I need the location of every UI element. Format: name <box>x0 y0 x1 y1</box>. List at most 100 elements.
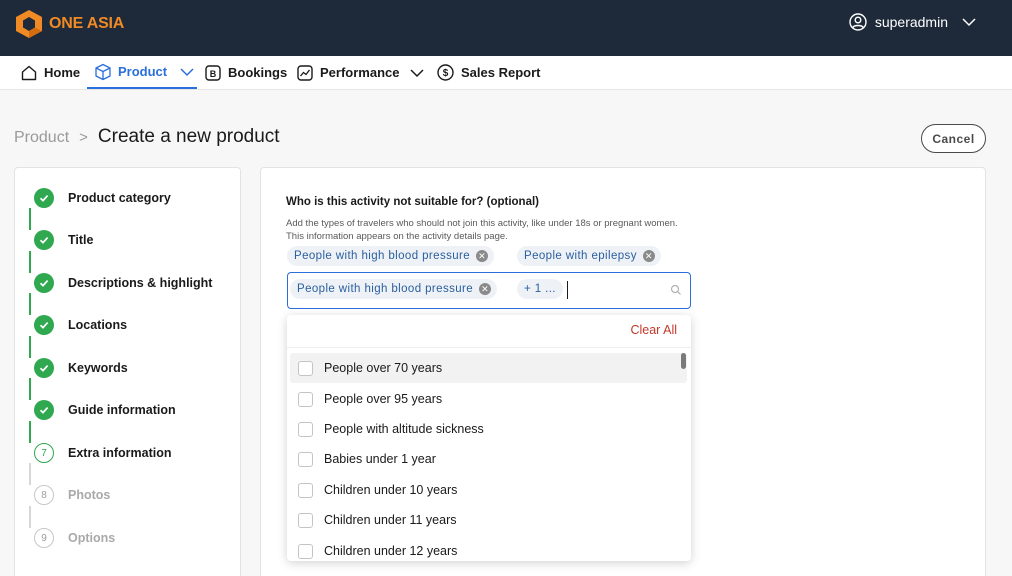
box-icon <box>95 63 111 80</box>
svg-text:B: B <box>210 69 217 79</box>
checkbox[interactable] <box>298 451 313 467</box>
nav-performance-label: Performance <box>320 65 400 80</box>
step-connector <box>29 421 31 443</box>
search-icon <box>670 284 681 295</box>
checkbox[interactable] <box>298 543 313 559</box>
nav-home[interactable]: Home <box>20 56 80 89</box>
step-label: Title <box>68 233 94 247</box>
check-icon <box>34 315 54 335</box>
question-help-line: This information appears on the activity… <box>286 231 508 242</box>
option-label: People with altitude sickness <box>324 422 484 436</box>
dropdown-divider <box>287 347 691 348</box>
breadcrumb-separator: > <box>79 129 88 146</box>
clear-all-button[interactable]: Clear All <box>630 323 677 337</box>
breadcrumb-parent[interactable]: Product <box>14 129 69 147</box>
breadcrumb: Product > Create a new product <box>14 126 280 148</box>
close-icon[interactable]: ✕ <box>642 250 655 262</box>
step-connector <box>29 463 31 485</box>
step-product-category[interactable]: Product category <box>34 188 171 208</box>
option-label: Children under 11 years <box>324 513 457 527</box>
dropdown-option[interactable]: People over 70 years <box>290 353 687 383</box>
question-help: Add the types of travelers who should no… <box>286 217 706 243</box>
check-icon <box>34 358 54 378</box>
step-number: 7 <box>34 443 54 463</box>
nav-performance[interactable]: Performance <box>296 56 425 89</box>
close-icon[interactable]: ✕ <box>479 283 492 295</box>
chevron-down-icon <box>962 18 976 27</box>
option-label: Children under 10 years <box>324 483 458 497</box>
chevron-down-icon <box>410 68 425 77</box>
step-label: Descriptions & highlight <box>68 276 213 290</box>
user-menu[interactable]: superadmin <box>849 13 978 31</box>
check-icon <box>34 188 54 208</box>
svg-text:$: $ <box>443 68 449 79</box>
step-label: Options <box>68 531 116 545</box>
brand-name: ONE ASIA <box>49 15 125 32</box>
selected-chip: People with high blood pressure ✕ <box>287 246 495 266</box>
step-label: Guide information <box>68 403 176 417</box>
brand-logo[interactable]: ONE ASIA <box>15 9 124 39</box>
cancel-button[interactable]: Cancel <box>921 124 986 153</box>
nav-product-label: Product <box>118 64 168 79</box>
dropdown-option[interactable]: Children under 10 years <box>290 475 687 505</box>
step-label: Keywords <box>68 361 128 375</box>
checkbox[interactable] <box>298 512 313 528</box>
page-title: Create a new product <box>97 126 280 147</box>
nav-bookings[interactable]: B Bookings <box>204 56 287 89</box>
step-photos[interactable]: 8 Photos <box>34 485 110 505</box>
step-connector <box>29 251 31 273</box>
step-connector <box>29 378 31 400</box>
checkbox[interactable] <box>298 482 313 498</box>
input-chip: People with high blood pressure ✕ <box>290 279 498 299</box>
nav-sales-report[interactable]: $ Sales Report <box>436 56 540 89</box>
dropdown-option[interactable]: Children under 11 years <box>290 505 687 535</box>
check-icon <box>34 400 54 420</box>
step-connector <box>29 336 31 358</box>
more-chip[interactable]: + 1 ... <box>517 279 563 299</box>
traveler-dropdown: Clear All People over 70 years People ov… <box>287 315 691 561</box>
user-avatar-icon <box>849 13 867 31</box>
checkbox[interactable] <box>298 391 313 407</box>
chip-label: People with epilepsy <box>524 250 637 262</box>
dollar-icon: $ <box>437 64 454 81</box>
step-keywords[interactable]: Keywords <box>34 358 128 378</box>
dropdown-option[interactable]: Babies under 1 year <box>290 444 687 474</box>
step-title[interactable]: Title <box>34 230 93 250</box>
step-descriptions[interactable]: Descriptions & highlight <box>34 273 212 293</box>
step-label: Extra information <box>68 446 172 460</box>
chip-label: People with high blood pressure <box>297 283 474 295</box>
question-help-line: Add the types of travelers who should no… <box>286 218 678 229</box>
step-locations[interactable]: Locations <box>34 315 127 335</box>
option-label: Babies under 1 year <box>324 452 436 466</box>
step-connector <box>29 506 31 528</box>
checkbox[interactable] <box>298 421 313 437</box>
selected-chip: People with epilepsy ✕ <box>517 246 661 266</box>
chevron-down-icon <box>180 67 194 76</box>
option-label: People over 95 years <box>324 392 443 406</box>
step-number: 9 <box>34 528 54 548</box>
close-icon[interactable]: ✕ <box>476 250 489 262</box>
text-caret <box>567 281 568 299</box>
chart-icon <box>297 64 313 81</box>
step-label: Photos <box>68 488 111 502</box>
chip-label: People with high blood pressure <box>294 250 471 262</box>
dropdown-option[interactable]: People with altitude sickness <box>290 414 687 444</box>
step-guide-information[interactable]: Guide information <box>34 400 176 420</box>
bookings-icon: B <box>205 64 221 81</box>
checkbox[interactable] <box>298 360 313 376</box>
step-number: 8 <box>34 485 54 505</box>
question-title: Who is this activity not suitable for? (… <box>286 196 539 208</box>
dropdown-scrollbar[interactable] <box>681 353 686 369</box>
home-icon <box>21 65 37 80</box>
nav-product[interactable]: Product <box>87 56 197 89</box>
more-chip-label: + 1 ... <box>524 283 556 295</box>
option-label: Children under 12 years <box>324 544 458 558</box>
username: superadmin <box>874 14 948 30</box>
main-nav: Home Product B Bookings Performance $ Sa… <box>0 56 1012 90</box>
step-options[interactable]: 9 Options <box>34 528 115 548</box>
dropdown-option[interactable]: Children under 12 years <box>290 536 687 561</box>
step-extra-information[interactable]: 7 Extra information <box>34 443 172 463</box>
step-connector <box>29 293 31 315</box>
check-icon <box>34 230 54 250</box>
dropdown-option[interactable]: People over 95 years <box>290 384 687 414</box>
